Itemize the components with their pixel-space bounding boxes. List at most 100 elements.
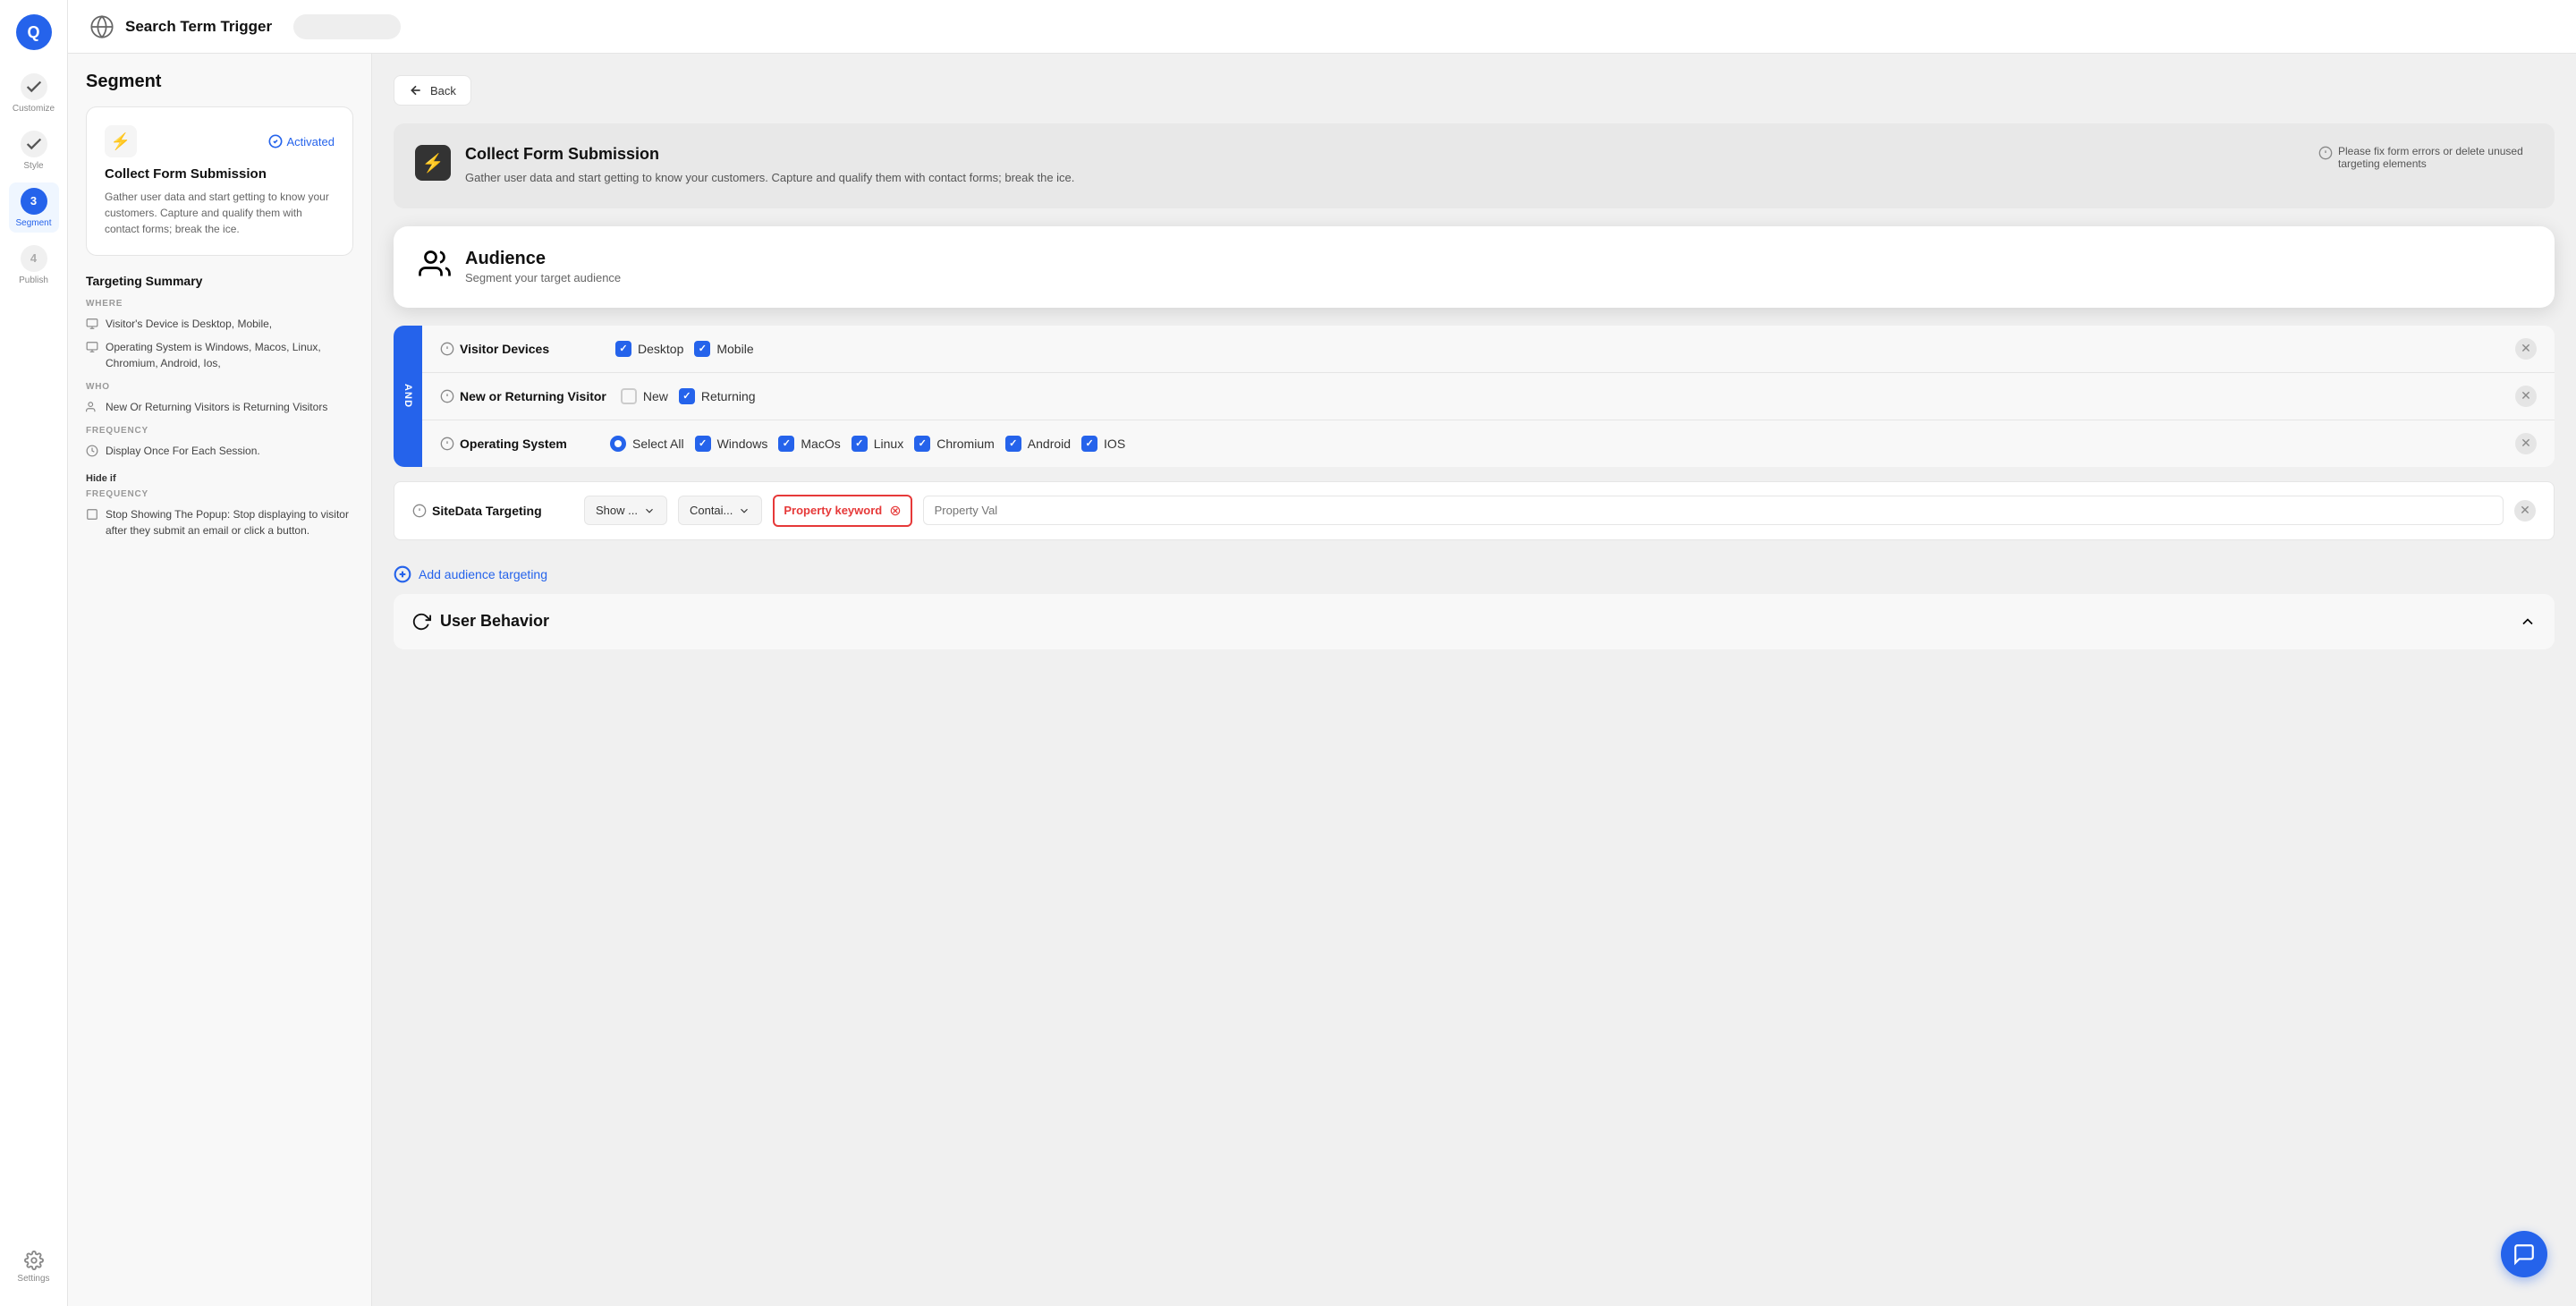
- collect-form-desc: Gather user data and start getting to kn…: [465, 169, 2304, 187]
- macos-label: MacOs: [801, 437, 840, 451]
- stop-icon: [86, 508, 98, 521]
- nav-step-style: [21, 131, 47, 157]
- new-option[interactable]: New: [621, 388, 668, 404]
- nav-bar: Q Customize Style 3 Segment 4 Publish Se…: [0, 0, 68, 1306]
- operating-system-options: Select All Windows MacOs: [610, 436, 2506, 452]
- android-label: Android: [1028, 437, 1071, 451]
- android-checkbox[interactable]: [1005, 436, 1021, 452]
- info-circle-icon[interactable]: [440, 342, 454, 356]
- back-button-label: Back: [430, 84, 456, 98]
- chromium-checkbox[interactable]: [914, 436, 930, 452]
- info-circle-icon-3[interactable]: [440, 437, 454, 451]
- check-circle-icon: [268, 134, 283, 148]
- returning-label: Returning: [701, 389, 756, 403]
- desktop-checkbox[interactable]: [615, 341, 631, 357]
- show-dropdown-value: Show ...: [596, 504, 638, 517]
- new-returning-text: New or Returning Visitor: [460, 389, 606, 403]
- macos-checkbox[interactable]: [778, 436, 794, 452]
- nav-publish[interactable]: 4 Publish: [9, 240, 59, 290]
- back-button[interactable]: Back: [394, 75, 471, 106]
- windows-checkbox[interactable]: [695, 436, 711, 452]
- targeting-summary-title: Targeting Summary: [86, 274, 353, 288]
- operating-system-delete[interactable]: ✕: [2515, 433, 2537, 454]
- operating-system-row: Operating System Select All Windows: [422, 420, 2555, 467]
- desktop-option[interactable]: Desktop: [615, 341, 683, 357]
- sidebar-targeting-row: Visitor's Device is Desktop, Mobile,: [86, 316, 353, 332]
- nav-style[interactable]: Style: [9, 125, 59, 175]
- audience-subtitle: Segment your target audience: [465, 271, 621, 284]
- select-all-label: Select All: [632, 437, 684, 451]
- info-circle-icon-4[interactable]: [412, 504, 427, 518]
- linux-option[interactable]: Linux: [852, 436, 903, 452]
- sidebar-who-row: New Or Returning Visitors is Returning V…: [86, 399, 353, 415]
- ios-option[interactable]: IOS: [1081, 436, 1125, 452]
- add-audience-button[interactable]: Add audience targeting: [394, 555, 2555, 594]
- collect-form-warning-text: Please fix form errors or delete unused …: [2338, 145, 2533, 170]
- check-icon: [24, 134, 44, 154]
- chat-fab[interactable]: [2501, 1231, 2547, 1277]
- mobile-checkbox[interactable]: [694, 341, 710, 357]
- collect-form-card: ⚡ Collect Form Submission Gather user da…: [394, 123, 2555, 208]
- audience-title: Audience: [465, 249, 621, 269]
- hide-item-1: Stop Showing The Popup: Stop displaying …: [106, 506, 353, 539]
- and-connector: AND: [394, 326, 422, 467]
- nav-customize[interactable]: Customize: [9, 68, 59, 118]
- info-circle-icon-2[interactable]: [440, 389, 454, 403]
- clock-icon: [86, 445, 98, 457]
- contains-dropdown[interactable]: Contai...: [678, 496, 762, 525]
- select-all-radio[interactable]: [610, 436, 626, 452]
- where-item-2: Operating System is Windows, Macos, Linu…: [106, 339, 353, 371]
- new-returning-delete[interactable]: ✕: [2515, 386, 2537, 407]
- select-all-option[interactable]: Select All: [610, 436, 684, 452]
- who-label: WHO: [86, 382, 353, 392]
- linux-checkbox[interactable]: [852, 436, 868, 452]
- windows-option[interactable]: Windows: [695, 436, 768, 452]
- show-dropdown[interactable]: Show ...: [584, 496, 667, 525]
- linux-label: Linux: [874, 437, 903, 451]
- app-logo[interactable]: Q: [16, 14, 52, 50]
- desktop-label: Desktop: [638, 342, 683, 356]
- macos-option[interactable]: MacOs: [778, 436, 840, 452]
- header-search: [293, 14, 401, 39]
- returning-checkbox[interactable]: [679, 388, 695, 404]
- new-checkbox[interactable]: [621, 388, 637, 404]
- refresh-icon: [411, 612, 431, 632]
- collect-form-content: Collect Form Submission Gather user data…: [465, 145, 2304, 187]
- new-returning-row: New or Returning Visitor New Returning: [422, 373, 2555, 420]
- android-option[interactable]: Android: [1005, 436, 1071, 452]
- main-wrapper: Search Term Trigger Segment ⚡ Activated …: [68, 54, 2576, 1306]
- windows-label: Windows: [717, 437, 768, 451]
- sitedata-label: SiteData Targeting: [412, 504, 573, 518]
- ios-checkbox[interactable]: [1081, 436, 1097, 452]
- nav-publish-label: Publish: [19, 276, 48, 285]
- visitor-devices-options: Desktop Mobile: [615, 341, 2501, 357]
- hide-if-section: Hide if FREQUENCY Stop Showing The Popup…: [86, 473, 353, 539]
- property-keyword-clear[interactable]: ⊗: [889, 502, 901, 520]
- chromium-option[interactable]: Chromium: [914, 436, 995, 452]
- property-keyword-input[interactable]: Property keyword ⊗: [773, 495, 911, 527]
- targeting-rows-wrapper: AND Visitor Devices: [394, 326, 2555, 467]
- sidebar-targeting-row-2: Operating System is Windows, Macos, Linu…: [86, 339, 353, 371]
- top-header: Search Term Trigger: [68, 0, 2576, 54]
- segment-card-title: Collect Form Submission: [105, 166, 335, 182]
- targeting-panel: AND Visitor Devices: [394, 326, 2555, 467]
- hide-if-label: Hide if: [86, 473, 353, 484]
- nav-style-label: Style: [23, 161, 43, 171]
- sitedata-delete[interactable]: ✕: [2514, 500, 2536, 522]
- nav-settings[interactable]: Settings: [9, 1242, 59, 1292]
- returning-option[interactable]: Returning: [679, 388, 756, 404]
- chevron-up-icon[interactable]: [2519, 613, 2537, 631]
- monitor-icon-2: [86, 341, 98, 353]
- check-icon: [24, 77, 44, 97]
- info-icon: [2318, 146, 2333, 160]
- visitor-devices-label: Visitor Devices: [440, 342, 601, 356]
- activated-badge: Activated: [268, 134, 335, 148]
- mobile-option[interactable]: Mobile: [694, 341, 753, 357]
- visitor-devices-delete[interactable]: ✕: [2515, 338, 2537, 360]
- property-val-input[interactable]: [923, 496, 2504, 525]
- hide-freq-row: Stop Showing The Popup: Stop displaying …: [86, 506, 353, 539]
- chevron-down-icon: [643, 505, 656, 517]
- targeting-rows: Visitor Devices Desktop Mobile: [422, 326, 2555, 467]
- freq-item-1: Display Once For Each Session.: [106, 443, 260, 459]
- nav-segment[interactable]: 3 Segment: [9, 182, 59, 233]
